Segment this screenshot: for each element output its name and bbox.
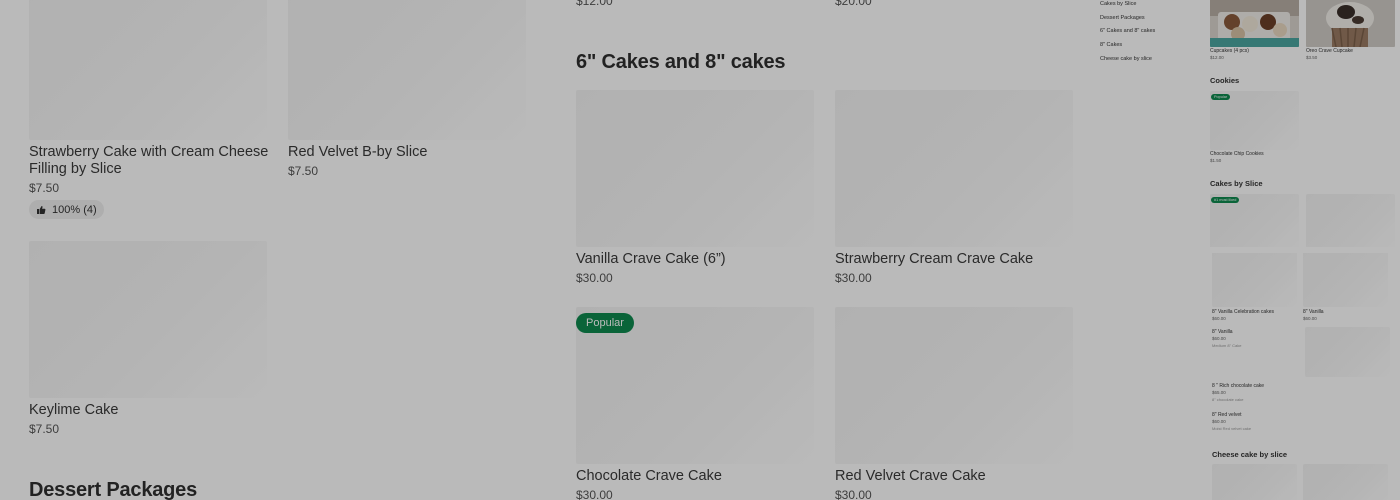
- item-name[interactable]: 8 " Rich chocolate cake: [1212, 383, 1264, 389]
- cupcakes-photo: [1210, 0, 1299, 47]
- rating-text: 100% (4): [52, 203, 97, 216]
- item-description: 8" chocolate cake: [1212, 397, 1244, 402]
- item-price: $30.00: [835, 488, 872, 500]
- item-name[interactable]: Keylime Cake: [29, 402, 118, 419]
- item-price: $7.50: [29, 422, 60, 436]
- thumbs-up-icon: [37, 205, 46, 214]
- item-price: $60.00: [1303, 316, 1317, 321]
- item-image-vanilla[interactable]: [1303, 253, 1388, 307]
- item-price: $1.50: [1210, 158, 1222, 163]
- nav-item-dessert-packages[interactable]: Dessert Packages: [1100, 15, 1195, 29]
- item-price: $3.50: [1306, 55, 1318, 60]
- item-price: $30.00: [835, 271, 872, 285]
- oreo-cupcake-photo: [1306, 0, 1395, 47]
- menu-panel-overview-top: Cakes by Slice Dessert Packages 6" Cakes…: [1094, 0, 1400, 247]
- item-image-vanilla-celebration[interactable]: [1212, 253, 1297, 307]
- item-name[interactable]: 8" Vanilla: [1212, 329, 1233, 335]
- section-heading: 6" Cakes and 8" cakes: [576, 51, 786, 73]
- section-heading: Cakes by Slice: [1210, 179, 1263, 188]
- section-heading: Cheese cake by slice: [1212, 450, 1288, 459]
- item-name[interactable]: Strawberry Cake with Cream Cheese Fillin…: [29, 144, 269, 178]
- item-price: $60.00: [1212, 336, 1226, 341]
- item-image-strawberry-cake[interactable]: [29, 0, 267, 140]
- item-image-red-velvet-crave[interactable]: [835, 307, 1073, 464]
- item-price: $12.00: [576, 0, 613, 8]
- item-price: $30.00: [576, 271, 613, 285]
- nav-item-6-and-8-inch-cakes[interactable]: 6" Cakes and 8" cakes: [1100, 28, 1195, 42]
- item-image-cupcakes[interactable]: [1210, 0, 1299, 47]
- item-name[interactable]: 8" Vanilla: [1303, 309, 1324, 315]
- item-image-slice[interactable]: [1306, 194, 1395, 247]
- item-name[interactable]: Strawberry Cream Crave Cake: [835, 251, 1033, 268]
- item-name[interactable]: Vanilla Crave Cake (6”): [576, 251, 726, 268]
- item-image-oreo-cupcake[interactable]: [1306, 0, 1395, 47]
- menu-panel-6-and-8-inch-cakes: $12.00 $20.00 6" Cakes and 8" cakes Vani…: [547, 0, 1090, 500]
- most-liked-badge: #1 most liked: [1211, 197, 1240, 203]
- item-price: $60.00: [1212, 316, 1226, 321]
- menu-panel-overview-bottom: 8" Vanilla Celebration cakes $60.00 8" V…: [1094, 253, 1400, 500]
- item-image-red-velvet-slice[interactable]: [288, 0, 526, 140]
- item-name[interactable]: Chocolate Chip Cookies: [1210, 151, 1264, 157]
- nav-item-8-inch-cakes[interactable]: 8" Cakes: [1100, 42, 1195, 56]
- popular-badge: Popular: [1211, 94, 1231, 100]
- item-name[interactable]: 8" Red velvet: [1212, 412, 1242, 418]
- item-price: $30.00: [576, 488, 613, 500]
- item-image-placeholder[interactable]: [1305, 327, 1390, 377]
- nav-item-cakes-by-slice[interactable]: Cakes by Slice: [1100, 1, 1195, 15]
- item-price: $7.50: [288, 164, 319, 178]
- nav-item-cheese-cake-by-slice[interactable]: Cheese cake by slice: [1100, 56, 1195, 70]
- popular-badge: Popular: [576, 313, 634, 333]
- item-price: $20.00: [835, 0, 872, 8]
- item-image-strawberry-crave[interactable]: [835, 90, 1073, 247]
- item-name[interactable]: Cupcakes (4 pcs): [1210, 48, 1249, 54]
- section-heading: Dessert Packages: [29, 479, 198, 500]
- section-heading: Cookies: [1210, 76, 1240, 85]
- category-nav: Cakes by Slice Dessert Packages 6" Cakes…: [1100, 1, 1195, 69]
- item-name[interactable]: 8" Vanilla Celebration cakes: [1212, 309, 1274, 315]
- item-image-keylime-cake[interactable]: [29, 241, 267, 398]
- item-price: $7.50: [29, 181, 60, 195]
- item-name[interactable]: Red Velvet Crave Cake: [835, 468, 986, 485]
- item-description: Medium 8" Cake: [1212, 343, 1242, 348]
- item-image-vanilla-crave[interactable]: [576, 90, 814, 247]
- item-description: Moist Red velvet cake: [1212, 426, 1252, 431]
- item-price: $60.00: [1212, 419, 1226, 424]
- rating-badge: 100% (4): [29, 200, 104, 219]
- item-name[interactable]: Red Velvet B-by Slice: [288, 144, 528, 161]
- item-price: $12.00: [1210, 55, 1224, 60]
- item-name[interactable]: Oreo Crave Cupcake: [1306, 48, 1353, 54]
- item-name[interactable]: Chocolate Crave Cake: [576, 468, 722, 485]
- item-image-cheesecake[interactable]: [1212, 464, 1297, 500]
- item-image-cheesecake[interactable]: [1303, 464, 1388, 500]
- menu-panel-cakes-by-slice: Strawberry Cake with Cream Cheese Fillin…: [0, 0, 543, 500]
- item-price: $65.00: [1212, 390, 1226, 395]
